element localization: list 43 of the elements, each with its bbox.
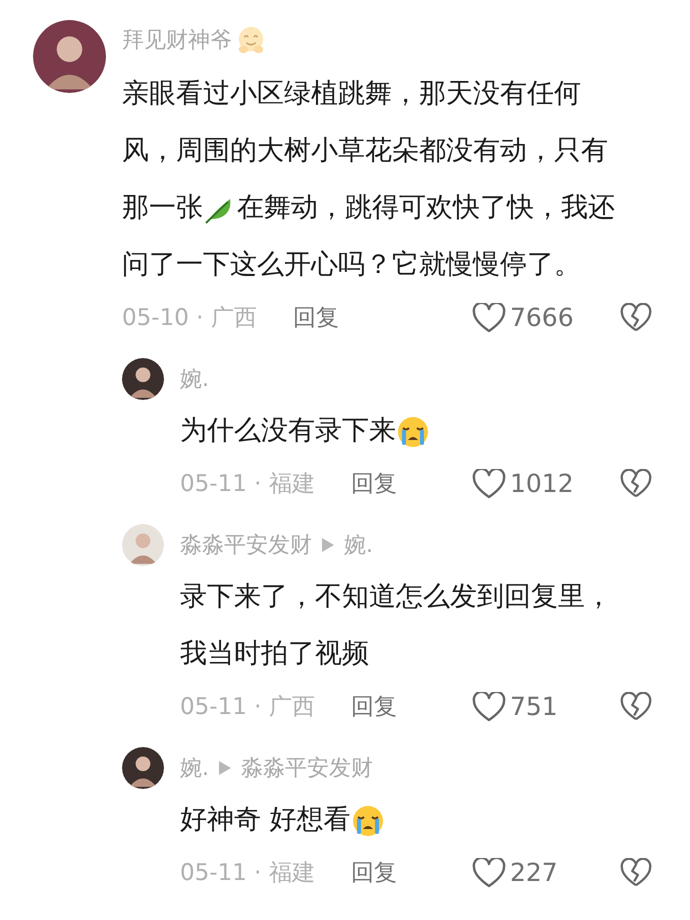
- date-location: 05-11 · 福建: [180, 858, 315, 888]
- reply-button[interactable]: 回复: [350, 466, 397, 502]
- avatar[interactable]: [33, 20, 106, 93]
- comment-text: 问了一下这么开心吗？它就慢慢停了。: [122, 248, 581, 282]
- comment-text: 在舞动，跳得可欢快了快，我还: [237, 191, 615, 226]
- username[interactable]: 淼淼平安发财: [241, 752, 373, 784]
- avatar[interactable]: [122, 747, 164, 789]
- username[interactable]: 拜见财神爷: [122, 24, 232, 56]
- comment-text: 那一张: [122, 191, 203, 226]
- like-count: 1012: [510, 468, 575, 500]
- heart-icon[interactable]: [472, 303, 506, 333]
- date-location: 05-11 · 广西: [180, 692, 315, 722]
- broken-heart-icon[interactable]: [620, 469, 652, 499]
- play-arrow-icon: [322, 538, 334, 552]
- comment-text: 为什么没有录下来: [180, 414, 396, 448]
- avatar[interactable]: [122, 358, 164, 400]
- heart-icon[interactable]: [472, 858, 506, 888]
- smiling-face-icon: [236, 25, 266, 55]
- broken-heart-icon[interactable]: [620, 303, 652, 333]
- comment-text: 风，周围的大树小草花朵都没有动，只有: [122, 134, 608, 168]
- reply-button[interactable]: 回复: [350, 690, 397, 724]
- comment-text: 好神奇 好想看: [180, 803, 351, 838]
- comment-text: 我当时拍了视频: [180, 637, 369, 672]
- comment-text: 亲眼看过小区绿植跳舞，那天没有任何: [122, 77, 581, 112]
- username[interactable]: 淼淼平安发财: [180, 528, 312, 562]
- heart-icon[interactable]: [472, 469, 506, 499]
- play-arrow-icon: [219, 761, 231, 775]
- crying-face-icon: [352, 804, 384, 836]
- like-count: 227: [510, 857, 559, 890]
- username[interactable]: 婉.: [180, 752, 209, 784]
- reply-button[interactable]: 回复: [350, 856, 397, 890]
- like-count: 7666: [510, 302, 575, 334]
- broken-heart-icon[interactable]: [620, 858, 652, 888]
- date-location: 05-10 · 广西: [122, 304, 257, 333]
- comment-text: 录下来了，不知道怎么发到回复里，: [180, 580, 612, 614]
- username[interactable]: 婉.: [344, 528, 373, 562]
- date-location: 05-11 · 福建: [180, 470, 315, 499]
- crying-face-icon: [397, 416, 429, 448]
- broken-heart-icon[interactable]: [620, 692, 652, 722]
- reply-button[interactable]: 回复: [292, 300, 339, 336]
- like-count: 751: [510, 691, 559, 724]
- heart-icon[interactable]: [472, 692, 506, 722]
- username[interactable]: 婉.: [180, 362, 209, 396]
